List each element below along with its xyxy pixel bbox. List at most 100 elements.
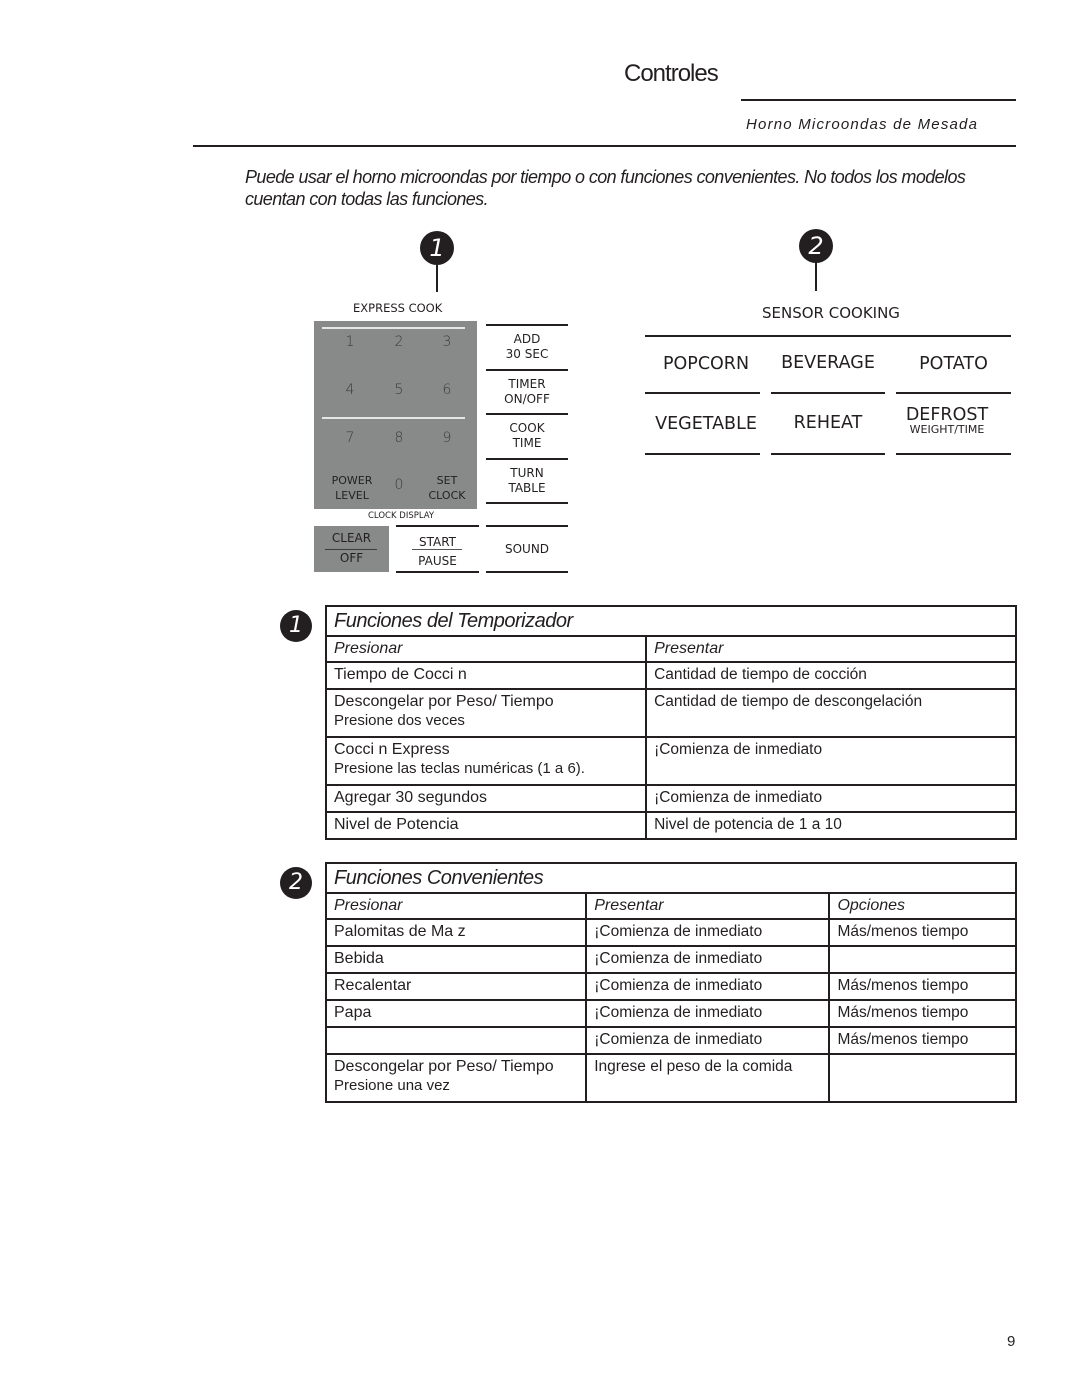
keypad-divider [322,417,465,419]
press-cell: Tiempo de Cocci n [324,661,648,690]
table-caption: Funciones del Temporizador [325,605,1017,637]
key-1[interactable]: 1 [335,334,365,350]
section-badge-1: 1 [280,610,312,642]
power-level-button[interactable]: POWER LEVEL [322,473,382,503]
callout-stem-2 [815,263,817,291]
display-cell: Cantidad de tiempo de descongelación [645,688,1017,738]
table-caption-row: Funciones del Temporizador [325,605,1017,637]
sensor-cooking-label: SENSOR COOKING [762,304,900,322]
popcorn-button[interactable]: POPCORN [645,354,767,374]
cook-time-line2: TIME [512,436,542,450]
column-header-display: Presentar [585,892,831,920]
potato-button[interactable]: POTATO [896,354,1011,374]
table-header-row: Presionar Presentar Opciones [324,892,1017,920]
display-cell: Cantidad de tiempo de cocción [645,661,1017,690]
power-level-line2: LEVEL [335,489,369,502]
timer-functions-table: Funciones del Temporizador Presionar Pre… [324,605,1017,840]
number-keypad: 1 2 3 4 5 6 7 8 9 0 POWER LEVEL SET CLOC… [314,321,477,509]
display-cell: ¡Comienza de inmediato [585,918,831,947]
express-cook-label: EXPRESS COOK [353,301,443,315]
cook-time-line1: COOK [509,421,545,435]
table-row: Descongelar por Peso/ Tiempo Presione una… [324,1053,1017,1103]
page-title: Controles [624,60,719,87]
beverage-button[interactable]: BEVERAGE [771,353,885,373]
options-cell: Más/menos tiempo [828,999,1017,1028]
sensor-divider [771,453,885,455]
add-30-sec-button[interactable]: ADD 30 SEC [486,332,568,362]
button-divider [486,413,568,415]
defrost-sub-label: WEIGHT/TIME [909,423,985,436]
display-cell: ¡Comienza de inmediato [585,1026,831,1055]
table-caption: Funciones Convenientes [325,862,1017,894]
key-8[interactable]: 8 [384,430,414,446]
turntable-line1: TURN [510,466,544,480]
table-row: Palomitas de Ma z ¡Comienza de inmediato… [324,918,1017,947]
reheat-button[interactable]: REHEAT [771,413,885,433]
vegetable-button[interactable]: VEGETABLE [645,414,767,434]
key-0[interactable]: 0 [384,477,414,493]
add-30-sec-line1: ADD [513,332,541,346]
sound-button[interactable]: SOUND [486,542,568,557]
start-label: START [418,535,457,549]
set-clock-line1: SET [436,474,458,487]
button-divider [486,502,568,504]
column-header-display: Presentar [645,635,1017,663]
button-divider [486,324,568,326]
defrost-button[interactable]: DEFROST WEIGHT/TIME [896,405,998,436]
button-divider [486,458,568,460]
page-subtitle: Horno Microondas de Mesada [746,116,979,133]
clear-label: CLEAR [331,531,372,545]
options-cell [828,945,1017,974]
press-cell: Cocci n Express Presione las teclas numér… [324,736,648,786]
turntable-button[interactable]: TURN TABLE [486,466,568,496]
press-text: Descongelar por Peso/ Tiempo [334,693,554,710]
key-9[interactable]: 9 [432,430,462,446]
off-label: OFF [339,551,364,565]
column-header-press: Presionar [324,635,648,663]
timer-line1: TIMER [508,377,546,391]
press-cell: Descongelar por Peso/ Tiempo Presione dos… [324,688,648,738]
clock-display-label: CLOCK DISPLAY [368,511,435,521]
table-row: ¡Comienza de inmediato Más/menos tiempo [324,1026,1017,1055]
callout-badge-2: 2 [799,229,833,263]
press-subtext: Presione una vez [334,1077,450,1094]
key-5[interactable]: 5 [384,382,414,398]
turntable-line2: TABLE [508,481,546,495]
press-cell: Agregar 30 segundos [324,784,648,813]
options-cell: Más/menos tiempo [828,1026,1017,1055]
key-3[interactable]: 3 [432,334,462,350]
clear-off-button[interactable]: CLEAR OFF [314,526,389,572]
header-rule-long [193,145,1016,147]
cook-time-button[interactable]: COOK TIME [486,421,568,451]
table-row: Recalentar ¡Comienza de inmediato Más/me… [324,972,1017,1001]
timer-on-off-button[interactable]: TIMER ON/OFF [486,377,568,407]
press-text: Agregar 30 segundos [334,789,487,806]
display-cell: Nivel de potencia de 1 a 10 [645,811,1017,840]
press-subtext: Presione dos veces [334,712,465,729]
press-cell: Palomitas de Ma z [324,918,588,947]
start-pause-button[interactable]: START PAUSE [396,525,479,573]
table-row: Bebida ¡Comienza de inmediato [324,945,1017,974]
display-cell: ¡Comienza de inmediato [585,945,831,974]
options-cell: Más/menos tiempo [828,918,1017,947]
sensor-divider [645,392,760,394]
key-4[interactable]: 4 [335,382,365,398]
column-header-options: Opciones [828,892,1017,920]
key-7[interactable]: 7 [335,430,365,446]
button-divider [486,525,568,527]
callout-stem-1 [436,265,438,292]
table-row: Cocci n Express Presione las teclas numér… [324,736,1017,786]
display-cell: ¡Comienza de inmediato [645,784,1017,813]
sensor-divider [771,392,885,394]
table-row: Papa ¡Comienza de inmediato Más/menos ti… [324,999,1017,1028]
page-number: 9 [1007,1333,1016,1350]
set-clock-button[interactable]: SET CLOCK [417,473,477,503]
key-6[interactable]: 6 [432,382,462,398]
options-cell [828,1053,1017,1103]
sensor-divider [896,453,1011,455]
key-2[interactable]: 2 [384,334,414,350]
options-cell: Más/menos tiempo [828,972,1017,1001]
button-divider [396,571,479,573]
table-row: Descongelar por Peso/ Tiempo Presione dos… [324,688,1017,738]
press-cell: Papa [324,999,588,1028]
